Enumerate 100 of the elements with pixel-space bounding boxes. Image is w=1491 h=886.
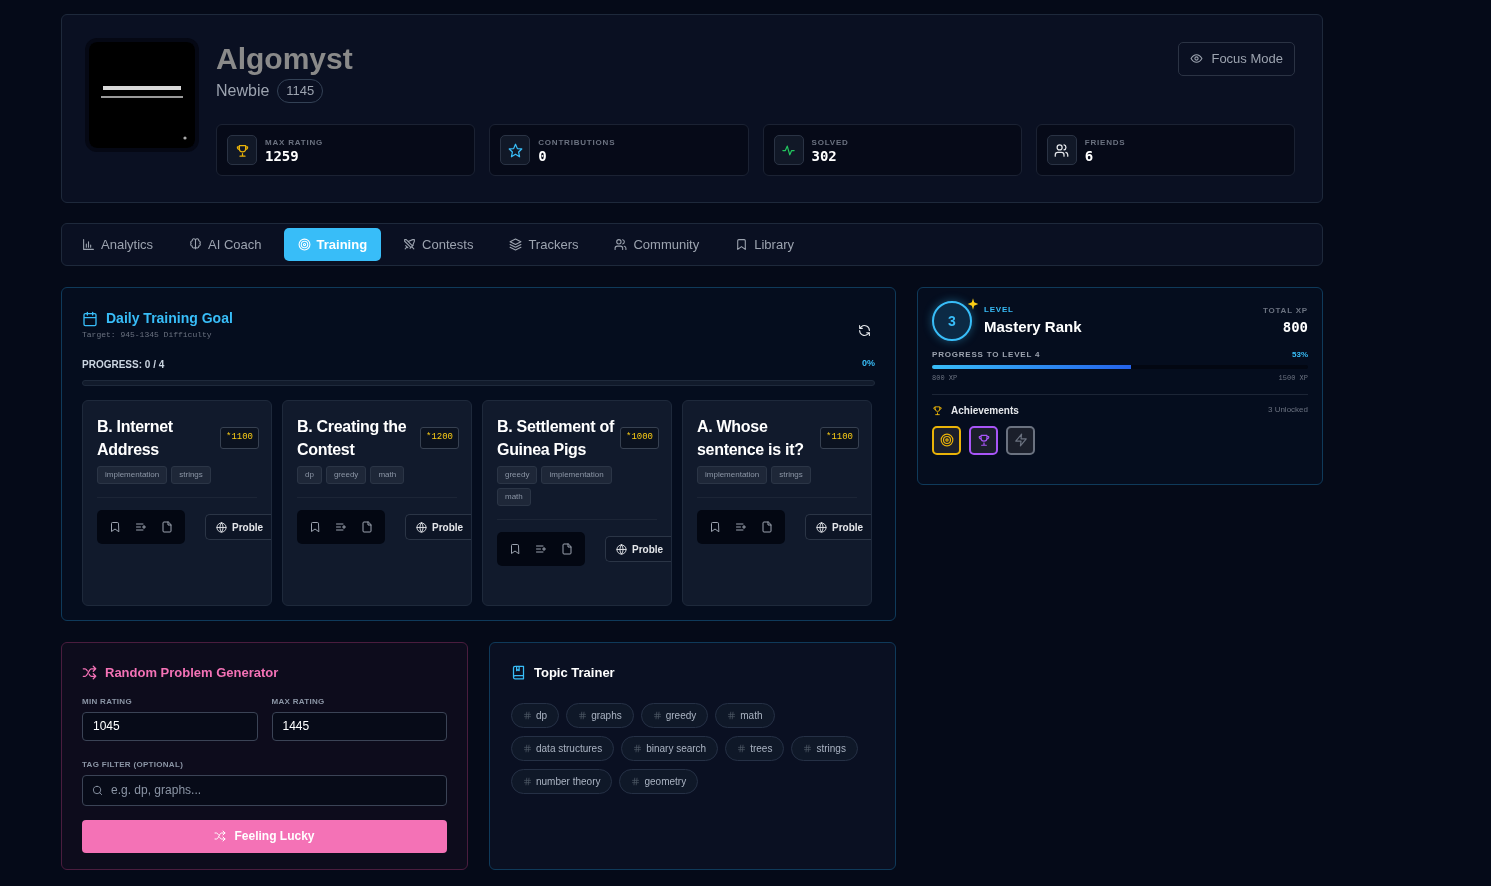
bookmark-button[interactable] <box>309 521 321 534</box>
bookmark-icon <box>509 543 521 556</box>
problem-link-button[interactable]: Proble <box>805 514 871 541</box>
tag-chip: implementation <box>697 466 768 485</box>
topic-chip[interactable]: number theory <box>511 768 613 794</box>
card-subtitle: Target: 945-1345 Difficulty <box>82 329 213 341</box>
add-to-list-button[interactable] <box>135 521 147 534</box>
hash-icon <box>727 710 737 720</box>
username: Algomyst <box>216 42 353 75</box>
globe-icon <box>216 521 227 533</box>
card-title: Topic Trainer <box>534 664 615 682</box>
problem-link-button[interactable]: Proble <box>205 514 271 541</box>
rank-name: Mastery Rank <box>984 316 1082 337</box>
bookmark-button[interactable] <box>509 543 521 556</box>
focus-mode-button[interactable]: Focus Mode <box>1178 42 1295 76</box>
bookmark-button[interactable] <box>709 521 721 534</box>
topic-chip[interactable]: geometry <box>619 768 699 794</box>
shuffle-icon <box>214 830 227 842</box>
eye-icon <box>1190 52 1204 66</box>
bookmark-icon <box>309 521 321 534</box>
topic-chip[interactable]: graphs <box>566 702 634 728</box>
nav-tab[interactable]: Community <box>600 228 714 261</box>
notes-button[interactable] <box>561 543 573 556</box>
users-icon <box>614 238 628 251</box>
problem-title: B. Internet Address <box>97 417 174 461</box>
list-plus-icon <box>735 521 747 534</box>
nav-tab[interactable]: Library <box>721 228 808 261</box>
notes-button[interactable] <box>761 521 773 534</box>
nav-tab[interactable]: Contests <box>389 228 488 261</box>
hash-icon <box>523 710 532 720</box>
list-plus-icon <box>535 543 547 556</box>
topic-chip[interactable]: trees <box>725 735 785 761</box>
stat-label: MAX RATING <box>265 137 324 149</box>
users-icon <box>1054 142 1070 158</box>
hash-icon <box>633 743 643 753</box>
hash-icon <box>652 710 662 720</box>
file-icon <box>761 521 773 534</box>
stat-label: FRIENDS <box>1084 137 1126 149</box>
list-plus-icon <box>335 521 347 534</box>
min-rating-field[interactable]: 1045 <box>82 711 258 741</box>
problem-link-button[interactable]: Proble <box>605 536 671 563</box>
nav-tab[interactable]: Analytics <box>68 228 168 261</box>
topic-chip[interactable]: math <box>715 702 775 728</box>
layers-icon <box>509 238 523 251</box>
progress-percent: 53% <box>1292 349 1308 361</box>
file-icon <box>161 521 173 534</box>
refresh-button[interactable] <box>858 324 871 337</box>
topic-chip[interactable]: data structures <box>511 735 615 761</box>
progress-percent: 0% <box>862 357 875 370</box>
brain-icon <box>189 238 203 251</box>
rating-badge: *1100 <box>220 427 259 449</box>
add-to-list-button[interactable] <box>535 543 547 556</box>
xp-value: 800 <box>1281 318 1308 337</box>
problem-title: A. Whose sentence is it? <box>697 417 805 461</box>
nav-tab[interactable]: Trackers <box>495 228 593 261</box>
tag-filter-field[interactable]: e.g. dp, graphs... <box>82 774 447 806</box>
trophy-icon <box>234 142 250 158</box>
globe-icon <box>616 543 627 555</box>
list-plus-icon <box>135 521 147 534</box>
notes-button[interactable] <box>361 521 373 534</box>
shuffle-icon <box>82 665 97 681</box>
problem-link-button[interactable]: Proble <box>405 514 471 541</box>
topic-chip[interactable]: dp <box>511 702 560 728</box>
card-title: Daily Training Goal <box>106 309 233 328</box>
tag-chip: implementation <box>97 466 168 485</box>
problem-title: B. Settlement of Guinea Pigs <box>497 417 616 461</box>
card-title: Random Problem Generator <box>105 664 279 682</box>
progress-label: PROGRESS: 0 / 4 <box>82 358 165 372</box>
rating-badge: *1100 <box>820 427 859 449</box>
bookmark-icon <box>735 238 749 251</box>
add-to-list-button[interactable] <box>335 521 347 534</box>
tag-chip: math <box>370 466 405 485</box>
stat-value: 0 <box>538 149 548 163</box>
lightning-icon <box>1013 433 1028 447</box>
topic-chip[interactable]: greedy <box>640 702 709 728</box>
tag-chip: strings <box>171 466 211 485</box>
stat-value: 6 <box>1084 149 1095 163</box>
target-icon <box>939 433 954 447</box>
refresh-icon <box>858 324 871 337</box>
swords-icon <box>403 238 417 251</box>
search-icon <box>92 784 103 796</box>
add-to-list-button[interactable] <box>735 521 747 534</box>
rating-badge: *1200 <box>420 427 459 449</box>
tag-chip: dp <box>297 466 322 485</box>
tag-chip: greedy <box>325 466 367 485</box>
bookmark-button[interactable] <box>109 521 121 534</box>
topic-chip[interactable]: binary search <box>621 735 719 761</box>
stat-value: 302 <box>811 149 838 163</box>
max-rating-field[interactable]: 1445 <box>271 711 447 741</box>
hash-icon <box>523 776 532 786</box>
topic-chip[interactable]: strings <box>791 735 858 761</box>
globe-icon <box>416 521 427 533</box>
notes-button[interactable] <box>161 521 173 534</box>
field-label: TAG FILTER (OPTIONAL) <box>82 758 185 771</box>
globe-icon <box>816 521 827 533</box>
tag-chip: greedy <box>497 466 538 485</box>
file-icon <box>361 521 373 534</box>
star-icon <box>507 142 523 158</box>
tag-chip: math <box>497 488 531 507</box>
nav-tab[interactable]: AI Coach <box>175 228 276 261</box>
